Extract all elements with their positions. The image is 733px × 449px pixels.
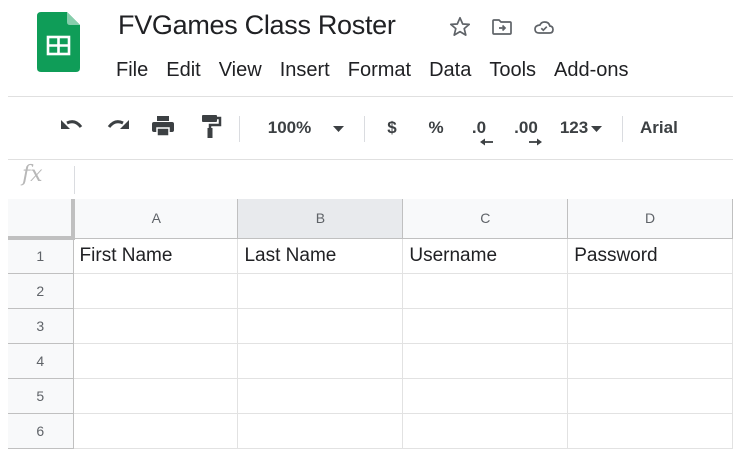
cell-a5[interactable] (73, 378, 239, 414)
sheets-logo-icon[interactable] (37, 12, 80, 72)
undo-icon (58, 115, 84, 142)
table-row: 4 (8, 343, 733, 379)
cell-c3[interactable] (402, 308, 569, 344)
more-formats-button[interactable]: 123 (554, 108, 608, 148)
redo-button[interactable] (102, 108, 136, 148)
cell-d4[interactable] (567, 343, 733, 379)
toolbar-divider (622, 116, 623, 142)
table-row: 2 (8, 273, 733, 309)
print-icon (150, 114, 176, 143)
document-title[interactable]: FVGames Class Roster (118, 8, 396, 42)
cell-d2[interactable] (567, 273, 733, 309)
cell-c4[interactable] (402, 343, 569, 379)
decrease-decimal-icon: .0 (471, 118, 493, 146)
cell-d1[interactable]: Password (567, 238, 733, 274)
zoom-value: 100% (267, 118, 312, 137)
currency-label: $ (387, 118, 397, 137)
cell-a3[interactable] (73, 308, 239, 344)
row-header[interactable]: 1 (8, 238, 74, 274)
paint-format-icon (199, 113, 223, 144)
cell-c1[interactable]: Username (402, 238, 569, 274)
row-header[interactable]: 6 (8, 413, 74, 449)
column-header-b[interactable]: B (237, 199, 404, 239)
percent-format-button[interactable]: % (422, 108, 450, 148)
column-header-d[interactable]: D (567, 199, 733, 239)
cell-b1[interactable]: Last Name (237, 238, 404, 274)
menu-tools[interactable]: Tools (489, 56, 536, 84)
menu-file[interactable]: File (116, 56, 148, 84)
sheet-table: A B C D 1 First Name Last Name Username … (8, 199, 733, 449)
table-row: 6 (8, 413, 733, 449)
spreadsheet-grid: A B C D 1 First Name Last Name Username … (8, 199, 733, 449)
formula-input[interactable] (84, 164, 733, 198)
decrease-decimal-button[interactable]: .0 (464, 108, 494, 148)
menu-format[interactable]: Format (348, 56, 411, 84)
font-family-select[interactable]: Arial (640, 108, 700, 148)
row-header[interactable]: 5 (8, 378, 74, 414)
formula-divider (74, 166, 75, 194)
cell-a1[interactable]: First Name (73, 238, 239, 274)
cell-a6[interactable] (73, 413, 239, 449)
table-row: 3 (8, 308, 733, 344)
formula-bar: fx (8, 159, 733, 200)
cell-d6[interactable] (567, 413, 733, 449)
menu-add-ons[interactable]: Add-ons (554, 56, 629, 84)
font-family-value: Arial (640, 118, 678, 137)
percent-label: % (428, 118, 444, 137)
cell-c2[interactable] (402, 273, 569, 309)
menu-edit[interactable]: Edit (166, 56, 200, 84)
cell-c6[interactable] (402, 413, 569, 449)
toolbar: 100% $ % .0 .00 123 Arial (50, 108, 733, 148)
cell-d3[interactable] (567, 308, 733, 344)
title-icons (448, 13, 556, 41)
increase-decimal-button[interactable]: .00 (506, 108, 546, 148)
decrease-decimal-label: .0 (471, 118, 487, 137)
toolbar-top-divider (8, 96, 733, 97)
toolbar-divider (364, 116, 365, 142)
more-formats-label: 123 (559, 118, 589, 137)
cell-d5[interactable] (567, 378, 733, 414)
cloud-status-icon[interactable] (532, 15, 556, 39)
currency-format-button[interactable]: $ (378, 108, 406, 148)
print-button[interactable] (146, 108, 180, 148)
cell-a4[interactable] (73, 343, 239, 379)
star-icon[interactable] (448, 15, 472, 39)
cell-b3[interactable] (237, 308, 404, 344)
column-header-c[interactable]: C (402, 199, 569, 239)
cell-b6[interactable] (237, 413, 404, 449)
row-header[interactable]: 2 (8, 273, 74, 309)
toolbar-divider (239, 116, 240, 142)
table-row: 5 (8, 378, 733, 414)
zoom-select[interactable]: 100% (260, 108, 352, 148)
redo-icon (106, 115, 132, 142)
undo-button[interactable] (54, 108, 88, 148)
cell-b5[interactable] (237, 378, 404, 414)
cell-b4[interactable] (237, 343, 404, 379)
cell-b2[interactable] (237, 273, 404, 309)
row-header[interactable]: 4 (8, 343, 74, 379)
paint-format-button[interactable] (194, 108, 228, 148)
move-to-folder-icon[interactable] (490, 15, 514, 39)
fx-icon: fx (22, 162, 43, 187)
column-header-a[interactable]: A (73, 199, 239, 239)
increase-decimal-icon: .00 (514, 118, 543, 146)
menu-data[interactable]: Data (429, 56, 471, 84)
menu-view[interactable]: View (219, 56, 262, 84)
row-header[interactable]: 3 (8, 308, 74, 344)
increase-decimal-label: .00 (514, 118, 538, 137)
select-all-corner[interactable] (8, 199, 76, 240)
cell-c5[interactable] (402, 378, 569, 414)
cell-a2[interactable] (73, 273, 239, 309)
zoom-dropdown-icon (333, 119, 345, 137)
menu-bar: File Edit View Insert Format Data Tools … (116, 56, 629, 84)
menu-insert[interactable]: Insert (280, 56, 330, 84)
more-formats-dropdown-icon (591, 119, 603, 137)
table-row: 1 First Name Last Name Username Password (8, 238, 733, 274)
